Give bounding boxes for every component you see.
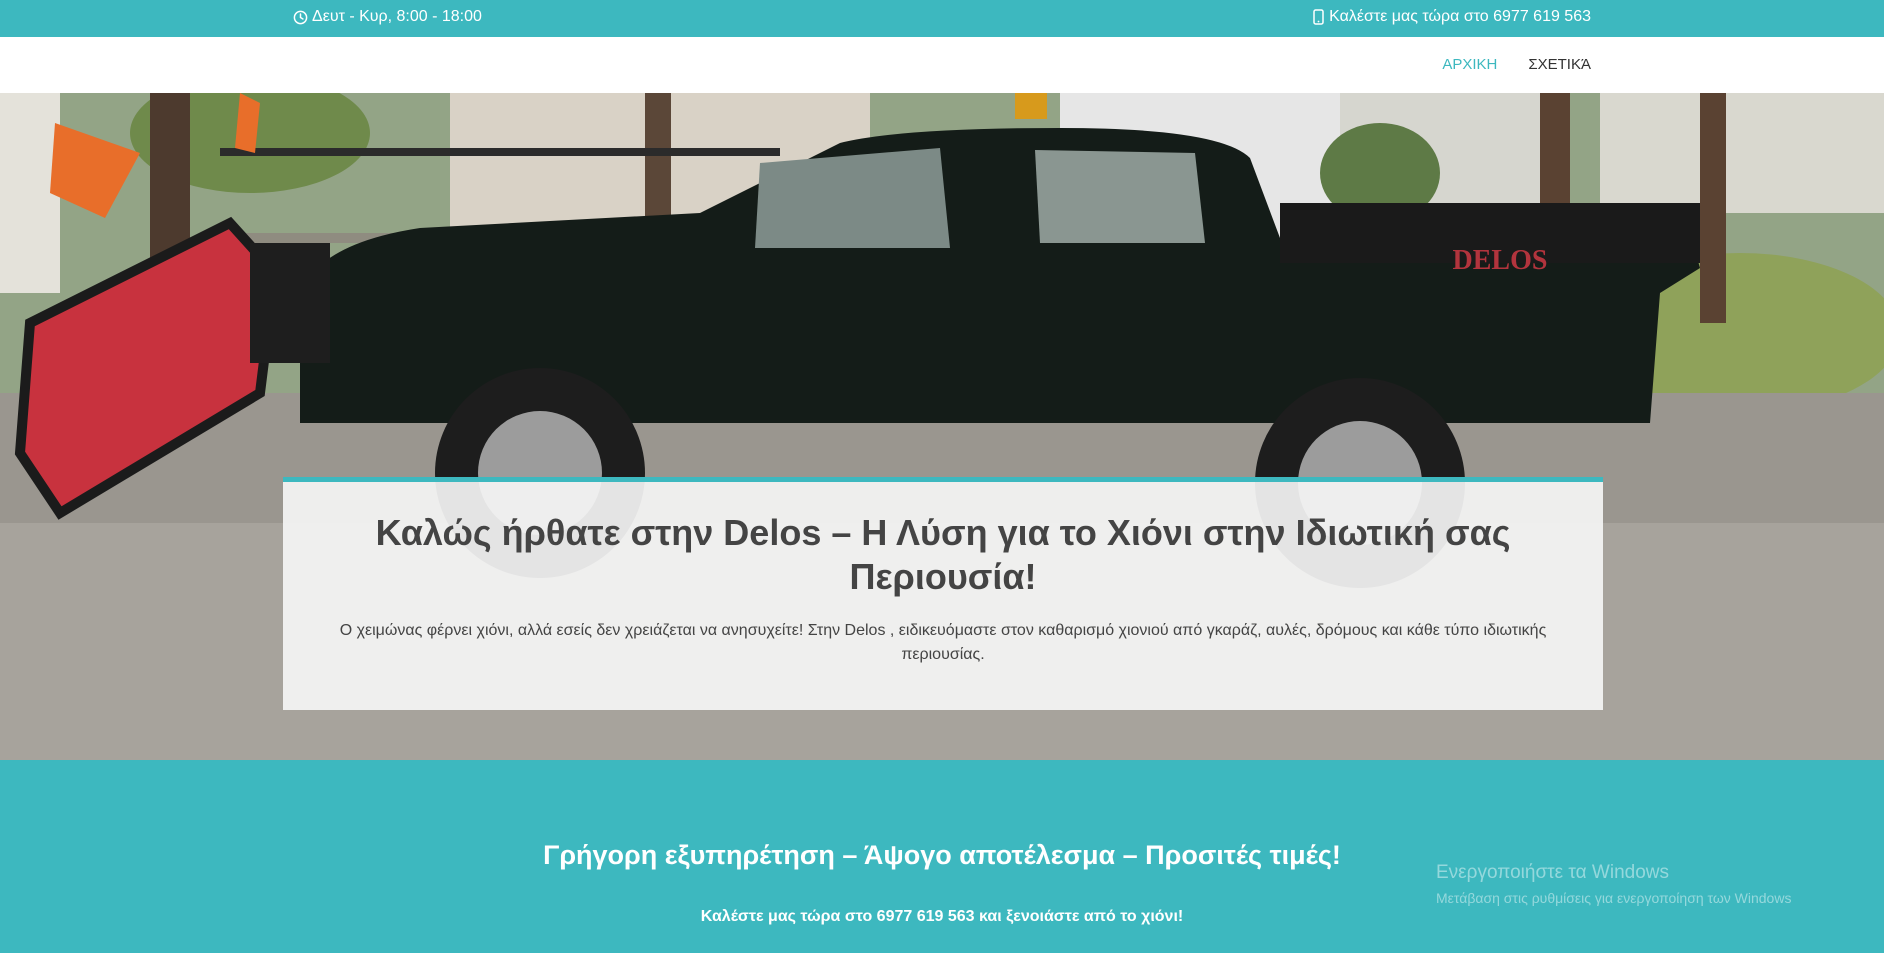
hero-title: Καλώς ήρθατε στην Delos – Η Λύση για το …: [375, 512, 1511, 597]
welcome-box: Καλώς ήρθατε στην Delos – Η Λύση για το …: [283, 477, 1603, 710]
hero-description: Ο χειμώνας φέρνει χιόνι, αλλά εσείς δεν …: [339, 622, 1547, 663]
main-navigation: ΑΡΧΙΚΗ ΣΧΕΤΙΚΆ: [0, 37, 1884, 93]
nav-item-about[interactable]: ΣΧΕΤΙΚΆ: [1528, 56, 1591, 73]
phone-contact[interactable]: Καλέστε μας τώρα στο 6977 619 563: [1313, 8, 1591, 26]
nav-menu: ΑΡΧΙΚΗ ΣΧΕΤΙΚΆ: [1442, 56, 1591, 73]
hero-banner: DELOS Καλώς ήρθατε στην Delos – Η Λύση γ…: [0, 93, 1884, 760]
mobile-phone-icon: [1313, 9, 1324, 25]
windows-activation-watermark: Ενεργοποιήστε τα Windows Μετάβαση στις ρ…: [1436, 862, 1791, 906]
opening-hours-text: Δευτ - Κυρ, 8:00 - 18:00: [312, 8, 482, 25]
nav-item-home[interactable]: ΑΡΧΙΚΗ: [1442, 56, 1497, 73]
top-info-bar: Δευτ - Κυρ, 8:00 - 18:00 Καλέστε μας τώρ…: [0, 0, 1884, 37]
opening-hours: Δευτ - Κυρ, 8:00 - 18:00: [293, 8, 482, 26]
activation-line-2: Μετάβαση στις ρυθμίσεις για ενεργοποίηση…: [1436, 890, 1792, 906]
cta-text: Καλέστε μας τώρα στο 6977 619 563 και ξε…: [700, 908, 1184, 925]
truck-badge: DELOS: [1453, 245, 1548, 276]
activation-line-1: Ενεργοποιήστε τα Windows: [1436, 862, 1670, 883]
phone-contact-text[interactable]: Καλέστε μας τώρα στο 6977 619 563: [1329, 8, 1591, 26]
clock-icon: [293, 10, 308, 25]
call-to-action-section: Γρήγορη εξυπηρέτηση – Άψογο αποτέλεσμα –…: [0, 760, 1884, 953]
